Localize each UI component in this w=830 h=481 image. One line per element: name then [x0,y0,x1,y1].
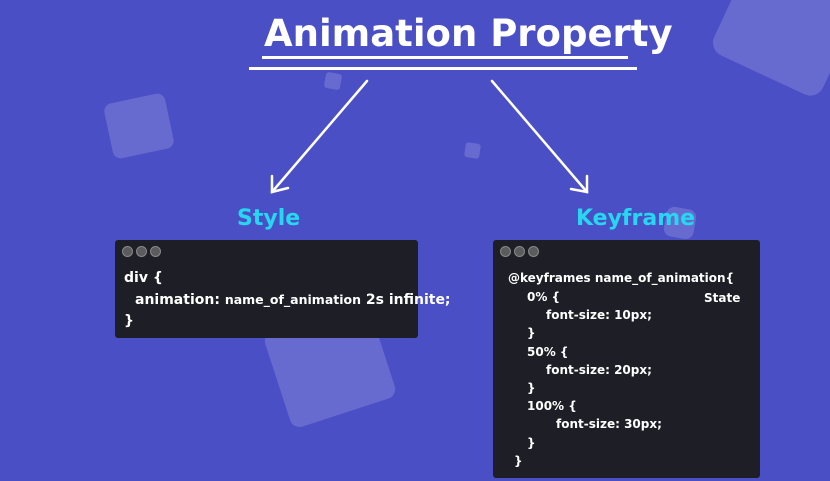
code-line: } [514,454,523,468]
code-prop: animation: [135,292,220,308]
code-window-keyframe: @keyframes name_of_animation{ State 0% {… [493,240,760,478]
code-line: 0% { [527,290,561,304]
window-dot [528,246,539,257]
code-line: } [527,381,536,395]
window-dot [500,246,511,257]
window-dots [122,246,161,257]
code-line: @keyframes name_of_animation{ [508,271,735,285]
heading-style: Style [237,206,301,231]
window-dot [136,246,147,257]
code-line: font-size: 10px; [546,308,652,322]
code-window-style: div { animation: name_of_animation 2s in… [115,240,451,338]
code-value-name: name_of_animation [224,292,362,307]
window-dots [500,246,539,257]
heading-keyframe: Keyframe [576,206,696,231]
arrow-right [490,79,589,194]
code-line: div { [124,270,163,286]
window-dot [122,246,133,257]
window-dot [514,246,525,257]
state-label: State [704,291,741,305]
code-line: font-size: 30px; [556,417,662,431]
code-line: } [124,313,134,329]
code-line: animation: name_of_animation 2s infinite… [135,292,451,308]
code-line: } [527,326,536,340]
code-value-rest: 2s infinite; [365,292,451,308]
arrow-left [270,79,369,194]
window-dot [150,246,161,257]
code-line: 50% { [527,345,569,359]
code-line: font-size: 20px; [546,363,652,377]
code-line: 100% { [527,399,577,413]
code-line: } [527,436,536,450]
